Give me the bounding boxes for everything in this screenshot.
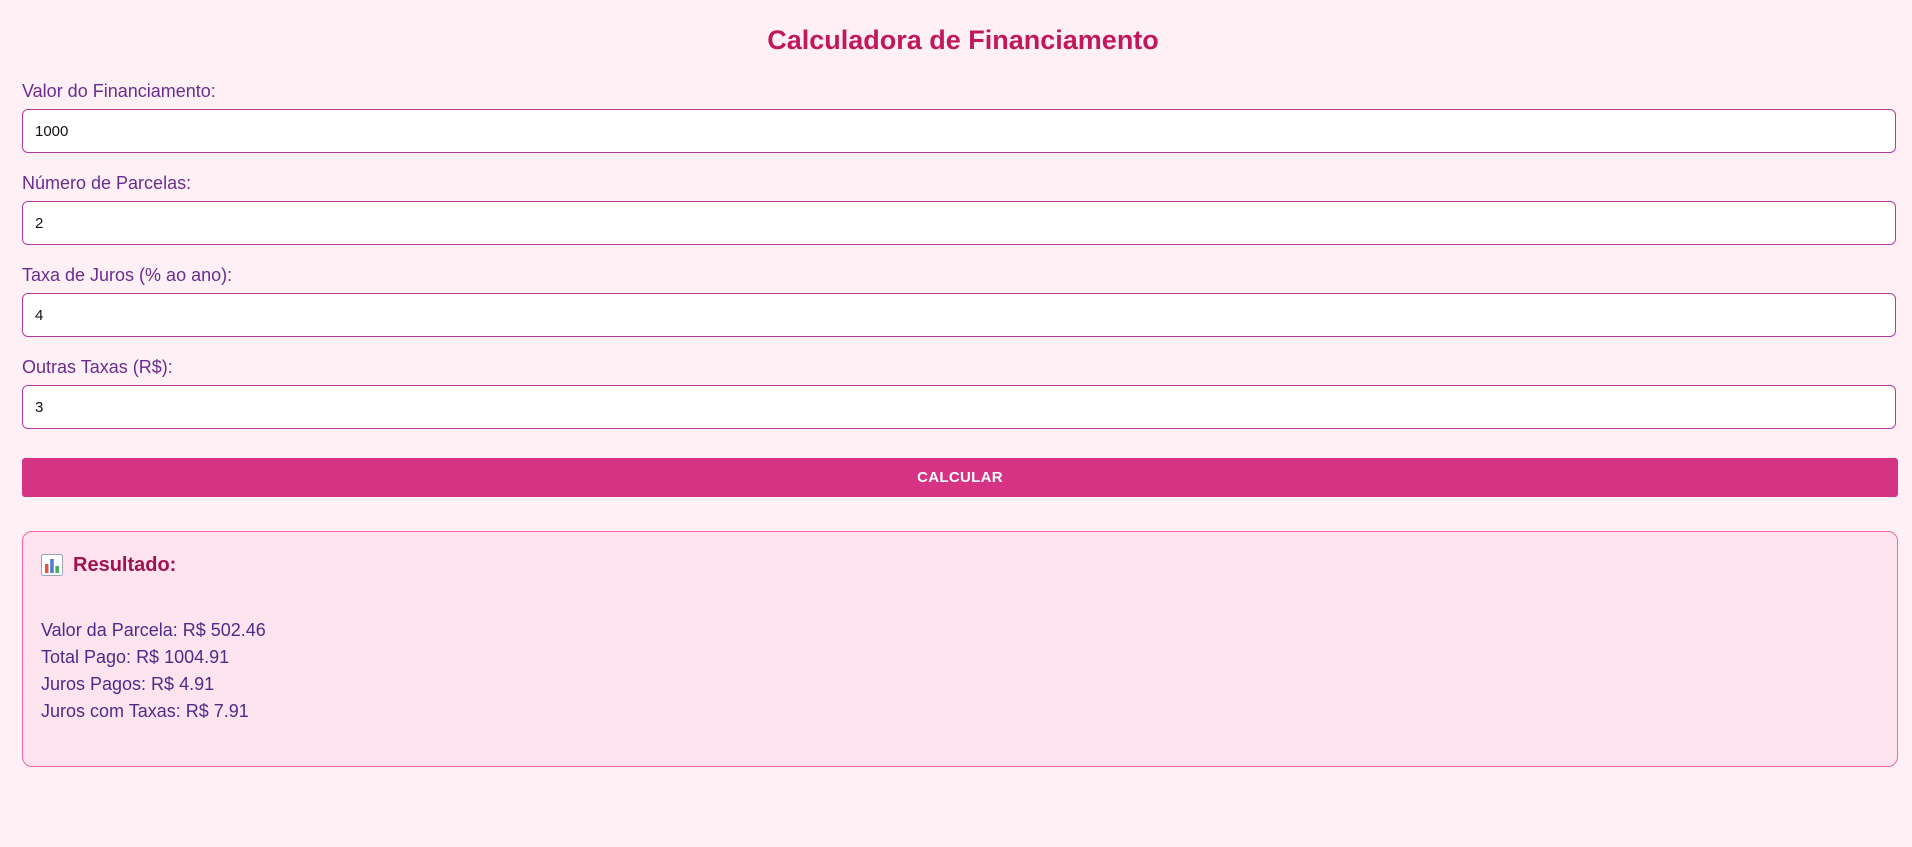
installments-input[interactable] [22, 201, 1896, 245]
interest-rate-label: Taxa de Juros (% ao ano): [22, 265, 233, 285]
other-fees-label: Outras Taxas (R$): [22, 357, 173, 377]
interest-paid: Juros Pagos: R$ 4.91 [41, 674, 215, 694]
interest-with-fees: Juros com Taxas: R$ 7.91 [41, 701, 249, 721]
loan-amount-label: Valor do Financiamento: [22, 81, 216, 101]
other-fees-input[interactable] [22, 385, 1896, 429]
result-panel: Resultado: Valor da Parcela: R$ 502.46 T… [22, 531, 1898, 767]
interest-rate-input[interactable] [22, 293, 1896, 337]
total-paid: Total Pago: R$ 1004.91 [41, 647, 230, 667]
calculator-page: Calculadora de Financiamento Valor do Fi… [0, 0, 1912, 847]
loan-amount-input[interactable] [22, 109, 1896, 153]
result-heading: Resultado: [41, 552, 176, 578]
installments-label: Número de Parcelas: [22, 173, 192, 193]
calculate-button[interactable]: CALCULAR [22, 458, 1898, 497]
page-title: Calculadora de Financiamento [767, 25, 1159, 55]
bar-chart-icon [41, 554, 63, 576]
result-title: Resultado: [73, 554, 177, 576]
result-list: Valor da Parcela: R$ 502.46 Total Pago: … [41, 617, 266, 725]
installment-value: Valor da Parcela: R$ 502.46 [41, 620, 266, 640]
